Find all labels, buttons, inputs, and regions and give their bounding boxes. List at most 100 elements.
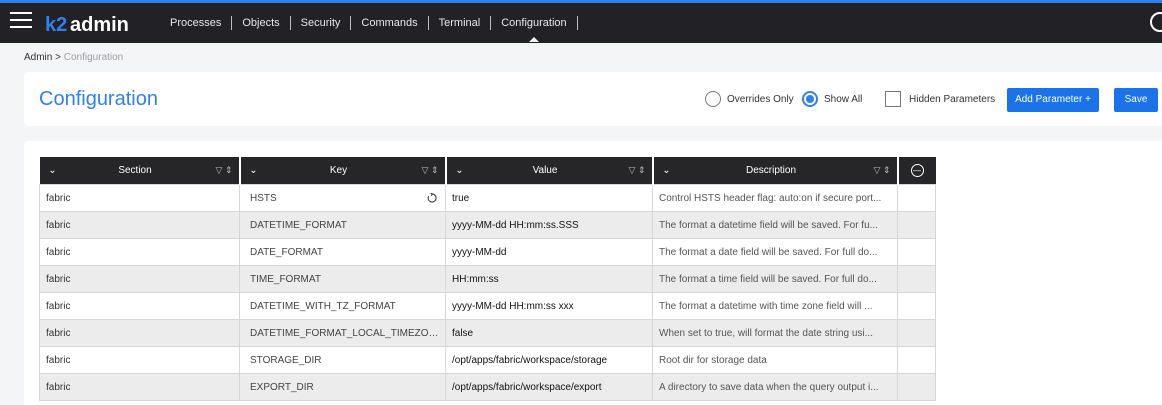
description-cell: The format a date field will be saved. F… (652, 238, 898, 266)
column-label: Key (329, 165, 348, 176)
table-row[interactable]: fabric DATETIME_FORMAT_LOCAL_TIMEZONE fals… (39, 319, 936, 347)
key-cell-text: TIME_FORMAT (250, 273, 321, 285)
section-cell: fabric (39, 292, 240, 320)
description-cell: Control HSTS header flag: auto:on if sec… (652, 184, 898, 212)
value-cell[interactable]: false (445, 319, 653, 347)
description-cell: When set to true, will format the date s… (652, 319, 898, 347)
column-options-icon[interactable]: — (910, 164, 924, 177)
description-cell: A directory to save data when the query … (652, 373, 898, 401)
menu-icon[interactable] (10, 12, 32, 32)
description-cell-text: Root dir for storage data (659, 354, 767, 366)
value-cell-text: /opt/apps/fabric/workspace/storage (452, 354, 608, 366)
page-title: Configuration (39, 88, 158, 110)
nav-commands[interactable]: Commands (351, 17, 427, 29)
user-icon[interactable] (1150, 12, 1162, 32)
add-parameter-button[interactable]: Add Parameter + (1007, 88, 1099, 112)
table-body: fabric HSTS true Control HSTS header flag: … (39, 184, 936, 401)
key-cell: STORAGE_DIR (239, 346, 446, 374)
key-cell-text: DATETIME_WITH_TZ_FORMAT (250, 300, 396, 312)
key-cell-text: DATETIME_FORMAT_LOCAL_TIMEZONE (250, 327, 443, 339)
nav-terminal[interactable]: Terminal (429, 17, 491, 29)
section-cell-text: fabric (46, 381, 71, 393)
table-row[interactable]: fabric EXPORT_DIR/opt/apps/fabric/workspa… (39, 373, 936, 401)
key-cell: HSTS (239, 184, 446, 212)
table-row[interactable]: fabric DATETIME_WITH_TZ_FORMAT yyyy-MM-dd … (39, 292, 936, 320)
column-label: Section (118, 165, 152, 176)
description-cell-text: When set to true, will format the date s… (659, 327, 873, 339)
value-cell[interactable]: yyyy-MM-dd (445, 238, 653, 266)
table-row[interactable]: fabric STORAGE_DIR/opt/apps/fabric/worksp… (39, 346, 936, 374)
table-row[interactable]: fabric DATE_FORMAT yyyy-MM-dd The format a … (39, 238, 936, 266)
value-cell-text: yyyy-MM-dd (452, 246, 507, 258)
table-row[interactable]: fabric HSTS true Control HSTS header flag: … (39, 184, 936, 212)
breadcrumb-root[interactable]: Admin (24, 52, 52, 63)
description-cell: The format a time field will be saved. F… (652, 265, 898, 293)
value-cell[interactable]: true (445, 184, 653, 212)
value-cell[interactable]: /opt/apps/fabric/workspace/storage (445, 346, 653, 374)
show-all-label[interactable]: Show All (824, 94, 862, 105)
description-cell: The format a datetime field will be save… (652, 211, 898, 239)
svg-text:admin: admin (70, 14, 129, 36)
row-options-cell (897, 265, 936, 293)
chevron-down-icon[interactable]: ⌄ (247, 165, 261, 176)
column-header-section: ⌄ Section ▽ ⇕ (39, 157, 241, 185)
nav-configuration[interactable]: Configuration (491, 17, 576, 42)
value-cell-text: yyyy-MM-dd HH:mm:ss.SSS (452, 219, 579, 231)
value-cell[interactable]: HH:mm:ss (445, 265, 653, 293)
filter-sort-icon[interactable]: ▽ ⇕ (211, 165, 233, 176)
overrides-only-radio[interactable] (705, 91, 721, 107)
column-header-key: ⌄ Key ▽ ⇕ (239, 157, 447, 185)
breadcrumb-separator: > (55, 52, 61, 63)
filter-sort-icon[interactable]: ▽ ⇕ (417, 165, 439, 176)
key-cell-text: HSTS (250, 192, 277, 204)
section-cell-text: fabric (46, 192, 71, 204)
section-cell-text: fabric (46, 246, 71, 258)
reset-icon[interactable] (427, 193, 437, 203)
k2admin-logo: k2 admin (45, 14, 129, 36)
column-options-header: — (897, 157, 936, 185)
hidden-parameters-label[interactable]: Hidden Parameters (909, 94, 995, 105)
section-cell: fabric (39, 373, 240, 401)
filter-sort-icon[interactable]: ▽ ⇕ (869, 165, 891, 176)
description-cell: The format a datetime with time zone fie… (652, 292, 898, 320)
key-cell-text: STORAGE_DIR (250, 354, 322, 366)
row-options-cell (897, 211, 936, 239)
configuration-table-card: ⌄ Section ▽ ⇕ ⌄ Key ▽ ⇕ ⌄ Value ▽ ⇕ ⌄ De… (24, 141, 1162, 405)
row-options-cell (897, 346, 936, 374)
configuration-table: ⌄ Section ▽ ⇕ ⌄ Key ▽ ⇕ ⌄ Value ▽ ⇕ ⌄ De… (39, 157, 936, 401)
table-row[interactable]: fabric DATETIME_FORMAT yyyy-MM-dd HH:mm:ss… (39, 211, 936, 239)
value-cell[interactable]: yyyy-MM-dd HH:mm:ss.SSS (445, 211, 653, 239)
column-label: Value (532, 165, 558, 176)
save-button[interactable]: Save (1114, 88, 1158, 112)
svg-text:k2: k2 (45, 14, 67, 36)
nav-objects[interactable]: Objects (232, 17, 289, 29)
value-cell[interactable]: /opt/apps/fabric/workspace/export (445, 373, 653, 401)
hidden-parameters-checkbox[interactable] (885, 91, 901, 107)
section-cell: fabric (39, 238, 240, 266)
show-all-radio[interactable] (802, 91, 818, 107)
value-cell-text: yyyy-MM-dd HH:mm:ss xxx (452, 300, 574, 312)
filter-sort-icon[interactable]: ▽ ⇕ (624, 165, 646, 176)
nav-security[interactable]: Security (291, 17, 351, 29)
table-header-row: ⌄ Section ▽ ⇕ ⌄ Key ▽ ⇕ ⌄ Value ▽ ⇕ ⌄ De… (39, 157, 936, 185)
row-options-cell (897, 373, 936, 401)
overrides-only-label[interactable]: Overrides Only (727, 94, 794, 105)
value-cell[interactable]: yyyy-MM-dd HH:mm:ss xxx (445, 292, 653, 320)
chevron-down-icon[interactable]: ⌄ (660, 165, 674, 176)
column-header-value: ⌄ Value ▽ ⇕ (445, 157, 654, 185)
nav-processes[interactable]: Processes (160, 17, 231, 29)
section-cell-text: fabric (46, 219, 71, 231)
description-cell-text: The format a date field will be saved. F… (659, 246, 878, 258)
section-cell-text: fabric (46, 354, 71, 366)
section-cell: fabric (39, 265, 240, 293)
key-cell: DATETIME_FORMAT (239, 211, 446, 239)
chevron-down-icon[interactable]: ⌄ (46, 165, 60, 176)
description-cell-text: A directory to save data when the query … (659, 381, 879, 393)
table-row[interactable]: fabric TIME_FORMAT HH:mm:ss The format a ti… (39, 265, 936, 293)
page-header: Configuration Overrides Only Show All Hi… (24, 72, 1162, 126)
key-cell: DATETIME_WITH_TZ_FORMAT (239, 292, 446, 320)
chevron-down-icon[interactable]: ⌄ (453, 165, 467, 176)
value-cell-text: false (452, 327, 474, 339)
section-cell: fabric (39, 211, 240, 239)
section-cell-text: fabric (46, 327, 71, 339)
